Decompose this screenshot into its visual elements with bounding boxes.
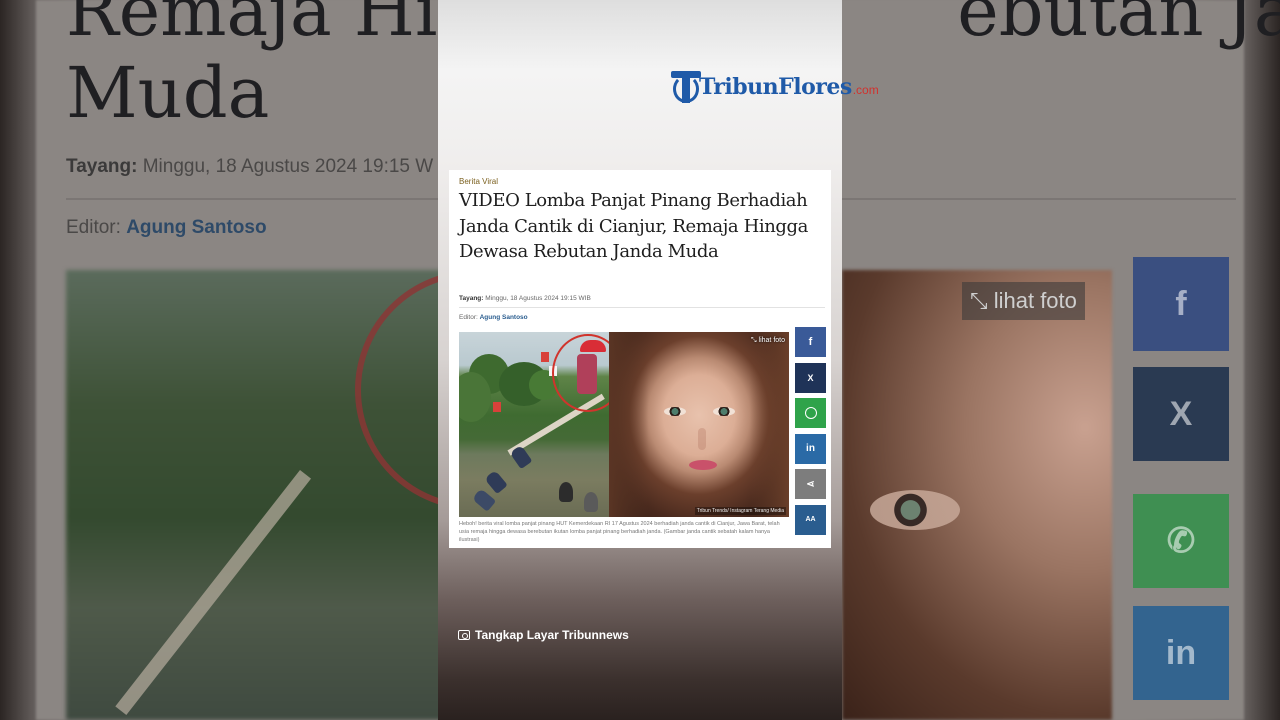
article-category[interactable]: Berita Viral — [459, 177, 498, 186]
lihat-foto-button[interactable]: ⤡ lihat foto — [751, 337, 785, 345]
photo-credit: Tribun Trends/ Instagram Terang Media — [694, 507, 786, 515]
background-lihat-foto: ⤡ lihat foto — [962, 282, 1085, 320]
portrait-lips — [689, 460, 717, 470]
figure-on-pole — [577, 354, 597, 394]
background-editor: Editor: Agung Santoso — [66, 217, 267, 238]
background-tayang: Tayang: Minggu, 18 Agustus 2024 19:15 W — [66, 156, 434, 177]
facebook-share-button[interactable]: f — [795, 327, 826, 357]
share-bar: f X in ⋖ AA — [795, 327, 826, 540]
logo-text: TribunFlores — [699, 74, 852, 100]
whatsapp-icon — [804, 407, 817, 419]
background-eye — [870, 490, 960, 530]
share-button[interactable]: ⋖ — [795, 469, 826, 499]
tribun-t-icon — [671, 69, 701, 105]
article-card: Berita Viral VIDEO Lomba Panjat Pinang B… — [449, 170, 831, 548]
screenshot-credit: Tangkap Layar Tribunnews — [458, 628, 629, 642]
article-title: VIDEO Lomba Panjat Pinang Berhadiah Jand… — [459, 190, 808, 262]
photo-panjat-pinang — [459, 332, 624, 517]
background-linkedin-icon: in — [1133, 606, 1229, 700]
facebook-icon: f — [808, 336, 813, 348]
x-share-button[interactable]: X — [795, 362, 826, 393]
editor-name[interactable]: Agung Santoso — [480, 314, 528, 321]
whatsapp-share-button[interactable] — [795, 398, 826, 428]
font-size-button[interactable]: AA — [795, 504, 826, 535]
publish-date: Tayang: Minggu, 18 Agustus 2024 19:15 WI… — [459, 295, 591, 302]
expand-icon: ⤡ — [750, 337, 757, 344]
background-x-icon: X — [1133, 367, 1229, 461]
font-size-icon: AA — [805, 516, 816, 523]
portrait-eye-left — [664, 407, 686, 416]
background-whatsapp-icon: ✆ — [1133, 494, 1229, 588]
linkedin-share-button[interactable]: in — [795, 433, 826, 464]
camera-icon — [458, 630, 470, 640]
article-photo[interactable]: ⤡ lihat foto Tribun Trends/ Instagram Te… — [459, 332, 789, 517]
background-facebook-icon: f — [1133, 257, 1229, 351]
tribunflores-logo: TribunFlores .com — [671, 68, 879, 106]
share-icon: ⋖ — [806, 478, 815, 490]
phone-column: TribunFlores .com Berita Viral VIDEO Lom… — [438, 0, 879, 720]
linkedin-icon: in — [806, 443, 815, 454]
photo-caption: Heboh! berita viral lomba panjat pinang … — [459, 521, 780, 543]
umbrella — [580, 340, 606, 352]
logo-domain: .com — [852, 83, 879, 97]
x-icon: X — [807, 372, 814, 383]
video-frame: Remaja Hingebutan JandaMuda Tayang: Ming… — [0, 0, 1280, 720]
divider — [459, 307, 825, 308]
editor-line: Editor: Agung Santoso — [459, 314, 528, 321]
portrait-eye-right — [713, 407, 735, 416]
